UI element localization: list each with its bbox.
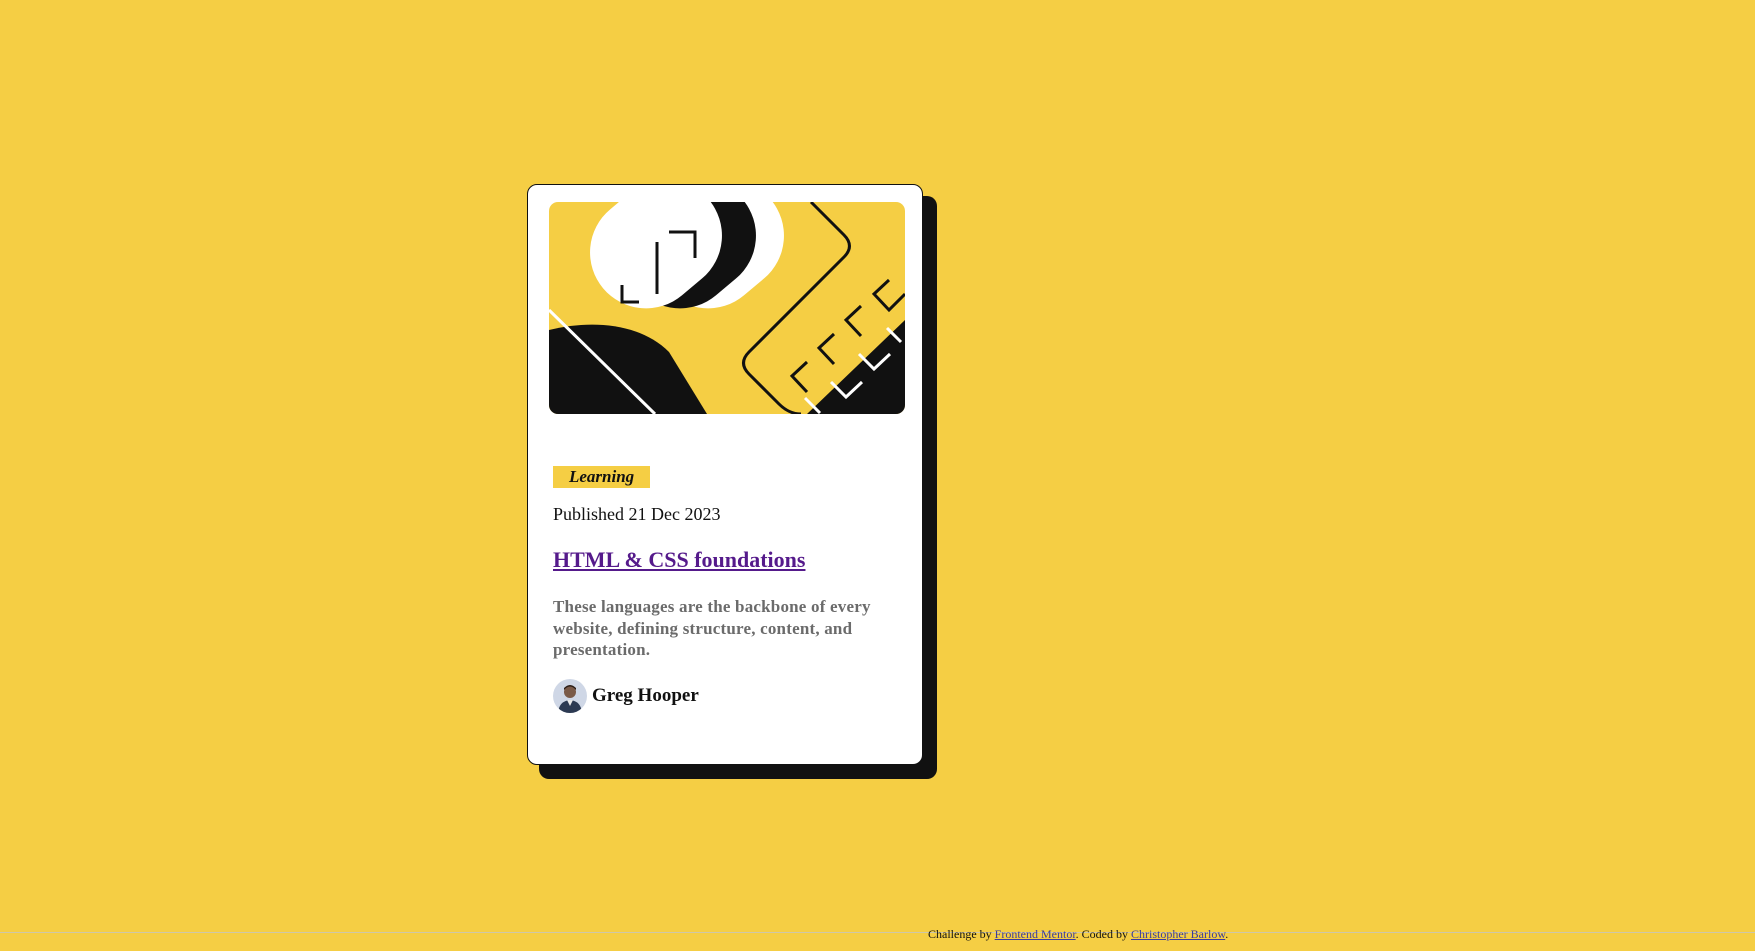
page: Learning Published 21 Dec 2023 HTML & CS…	[0, 0, 1755, 951]
article-title-link[interactable]: HTML & CSS foundations	[553, 547, 805, 573]
attribution: Challenge by Frontend Mentor. Coded by C…	[928, 927, 1228, 942]
footer-divider	[0, 932, 1755, 933]
attribution-middle: . Coded by	[1075, 927, 1131, 941]
article-description: These languages are the backbone of ever…	[553, 597, 871, 659]
person-avatar-icon	[553, 679, 587, 713]
attribution-suffix: .	[1225, 927, 1229, 941]
article-illustration	[549, 202, 905, 414]
author-link[interactable]: Christopher Barlow	[1131, 927, 1225, 941]
author-name: Greg Hooper	[592, 685, 699, 706]
publish-date: Published 21 Dec 2023	[553, 504, 721, 524]
author: Greg Hooper	[553, 679, 699, 713]
frontend-mentor-link[interactable]: Frontend Mentor	[995, 927, 1076, 941]
category-tag-label: Learning	[569, 467, 635, 486]
attribution-prefix: Challenge by	[928, 927, 995, 941]
category-tag: Learning	[553, 466, 651, 488]
blog-preview-card: Learning Published 21 Dec 2023 HTML & CS…	[527, 184, 923, 765]
